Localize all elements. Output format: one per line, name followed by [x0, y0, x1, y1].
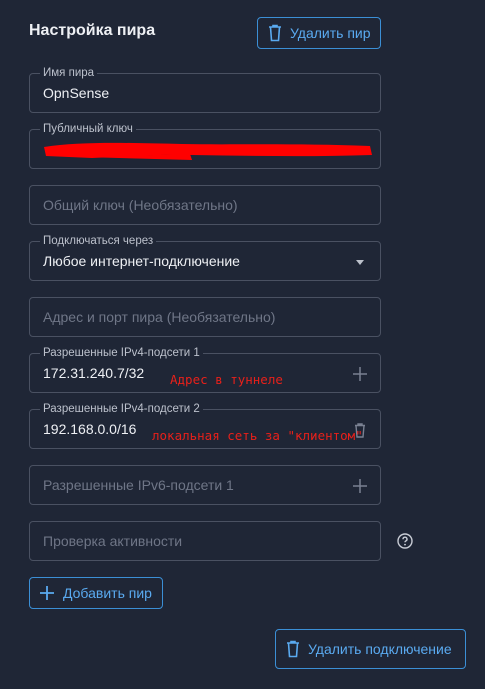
caret-down-icon — [350, 252, 370, 272]
ipv6-subnet-1-field[interactable]: Разрешенные IPv6-подсети 1 — [29, 465, 381, 505]
ipv6-subnet-1-placeholder: Разрешенные IPv6-подсети 1 — [43, 477, 234, 493]
plus-icon — [40, 586, 54, 600]
peer-name-label: Имя пира — [40, 67, 98, 80]
tunnel-address-annotation: Адрес в туннеле — [170, 372, 283, 387]
connect-via-select[interactable]: Подключаться через Любое интернет-подклю… — [29, 235, 381, 281]
public-key-label: Публичный ключ — [40, 123, 136, 136]
plus-icon[interactable] — [350, 364, 370, 384]
connect-via-label: Подключаться через — [40, 235, 157, 248]
help-circle-icon[interactable] — [397, 533, 413, 549]
delete-peer-label: Удалить пир — [290, 25, 371, 41]
endpoint-field[interactable]: Адрес и порт пира (Необязательно) — [29, 297, 381, 337]
ipv4-subnet-1-label: Разрешенные IPv4-подсети 1 — [40, 347, 203, 360]
trash-icon — [269, 24, 281, 42]
preshared-key-field[interactable]: Общий ключ (Необязательно) — [29, 185, 381, 225]
add-peer-button[interactable]: Добавить пир — [29, 577, 163, 609]
plus-icon[interactable] — [350, 476, 370, 496]
redaction-scribble — [44, 142, 372, 160]
page-title: Настройка пира — [29, 22, 156, 39]
peer-name-value: OpnSense — [43, 85, 110, 101]
delete-connection-button[interactable]: Удалить подключение — [275, 629, 466, 669]
endpoint-placeholder: Адрес и порт пира (Необязательно) — [43, 309, 276, 325]
connect-via-value: Любое интернет-подключение — [43, 253, 240, 269]
trash-icon — [287, 640, 299, 658]
ipv4-subnet-2-value: 192.168.0.0/16 — [43, 421, 137, 437]
ipv4-subnet-1-value: 172.31.240.7/32 — [43, 365, 145, 381]
delete-connection-label: Удалить подключение — [308, 641, 452, 657]
peer-name-field[interactable]: Имя пира OpnSense — [29, 67, 381, 113]
delete-peer-button[interactable]: Удалить пир — [257, 17, 381, 49]
ipv4-subnet-2-label: Разрешенные IPv4-подсети 2 — [40, 403, 203, 416]
keepalive-field[interactable]: Проверка активности — [29, 521, 381, 561]
preshared-key-placeholder: Общий ключ (Необязательно) — [43, 197, 238, 213]
add-peer-label: Добавить пир — [63, 585, 152, 601]
keepalive-placeholder: Проверка активности — [43, 533, 183, 549]
client-lan-annotation: локальная сеть за "клиентом" — [152, 428, 363, 443]
